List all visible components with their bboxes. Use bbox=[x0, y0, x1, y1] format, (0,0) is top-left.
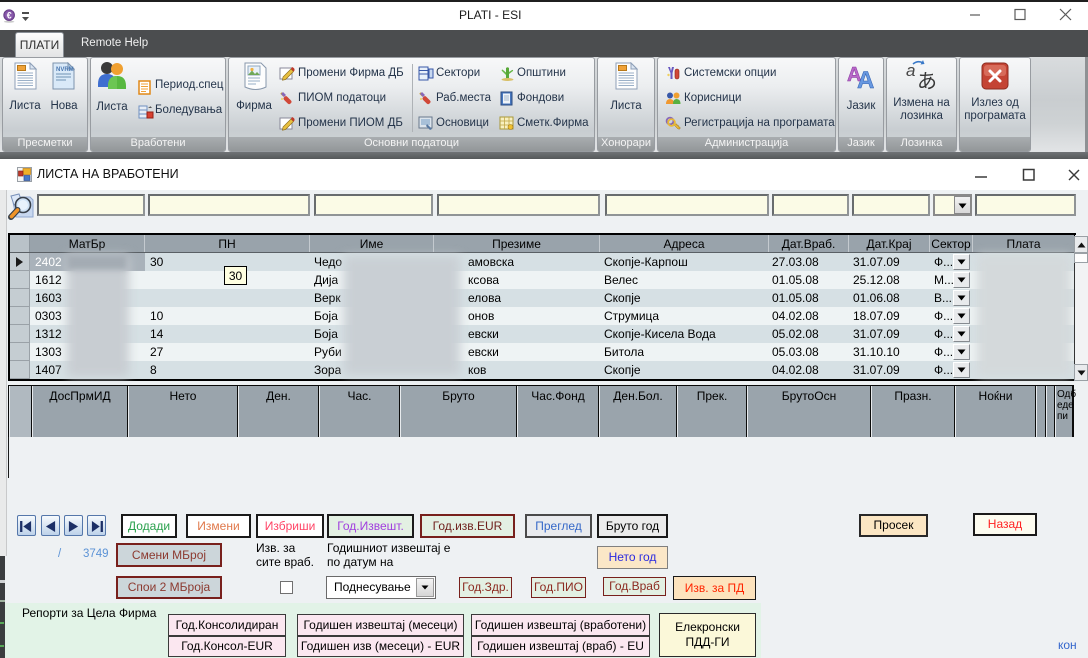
svg-text:あ: あ bbox=[917, 71, 937, 93]
svg-text:€: € bbox=[7, 10, 12, 20]
svg-text:A: A bbox=[857, 67, 874, 92]
svg-text:NVRM: NVRM bbox=[56, 67, 74, 73]
